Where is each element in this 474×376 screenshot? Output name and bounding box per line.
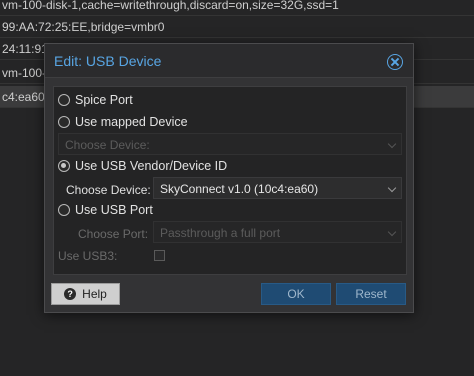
chevron-down-icon [387, 183, 397, 193]
reset-button[interactable]: Reset [336, 283, 406, 305]
chevron-down-icon [387, 139, 397, 149]
option-spice-port[interactable]: Spice Port [58, 91, 133, 109]
radio-usb-port[interactable] [58, 204, 70, 216]
device-select-value: SkyConnect v1.0 (10c4:ea60) [160, 182, 319, 196]
option-usb-port[interactable]: Use USB Port [58, 201, 153, 219]
edit-usb-dialog: Edit: USB Device Spice Port Use mapped D… [44, 43, 414, 313]
radio-vendor-device-id[interactable] [58, 160, 70, 172]
choose-port-label: Choose Port: [78, 227, 149, 241]
close-icon[interactable] [387, 54, 403, 70]
help-button-label: Help [82, 287, 107, 301]
choose-device-label: Choose Device: [66, 183, 151, 197]
dialog-titlebar[interactable]: Edit: USB Device [45, 44, 413, 78]
radio-mapped-device[interactable] [58, 116, 70, 128]
port-select-value: Passthrough a full port [160, 226, 281, 240]
help-button[interactable]: ? Help [51, 283, 120, 305]
device-select[interactable]: SkyConnect v1.0 (10c4:ea60) [153, 177, 402, 199]
usb3-checkbox[interactable] [154, 250, 165, 261]
grid-row-text: vm-100- [2, 66, 47, 80]
grid-row-text: c4:ea60 [2, 90, 45, 104]
grid-row-text: 24:11:91 [2, 42, 48, 56]
port-select[interactable]: Passthrough a full port [153, 221, 402, 243]
ok-button-label: OK [287, 287, 305, 301]
ok-button[interactable]: OK [261, 283, 331, 305]
option-vendor-device-id[interactable]: Use USB Vendor/Device ID [58, 157, 227, 175]
grid-row-text: vm-100-disk-1,cache=writethrough,discard… [2, 0, 339, 12]
option-label: Use USB Vendor/Device ID [75, 159, 228, 173]
mapped-device-placeholder: Choose Device: [65, 138, 150, 152]
dialog-form: Spice Port Use mapped Device Choose Devi… [53, 86, 407, 275]
option-label: Spice Port [75, 93, 133, 107]
chevron-down-icon [387, 227, 397, 237]
grid-row[interactable]: vm-100-disk-1,cache=writethrough,discard… [0, 0, 474, 16]
reset-button-label: Reset [355, 287, 387, 301]
grid-row[interactable]: 99:AA:72:25:EE,bridge=vmbr0 [0, 16, 474, 38]
option-mapped-device[interactable]: Use mapped Device [58, 113, 188, 131]
radio-spice-port[interactable] [58, 94, 70, 106]
grid-row-text: 99:AA:72:25:EE,bridge=vmbr0 [2, 20, 165, 34]
help-icon: ? [64, 288, 77, 300]
option-label: Use USB Port [75, 203, 153, 217]
dialog-title: Edit: USB Device [54, 53, 162, 69]
mapped-device-select[interactable]: Choose Device: [58, 133, 402, 155]
usb3-label: Use USB3: [58, 249, 118, 263]
option-label: Use mapped Device [75, 115, 188, 129]
